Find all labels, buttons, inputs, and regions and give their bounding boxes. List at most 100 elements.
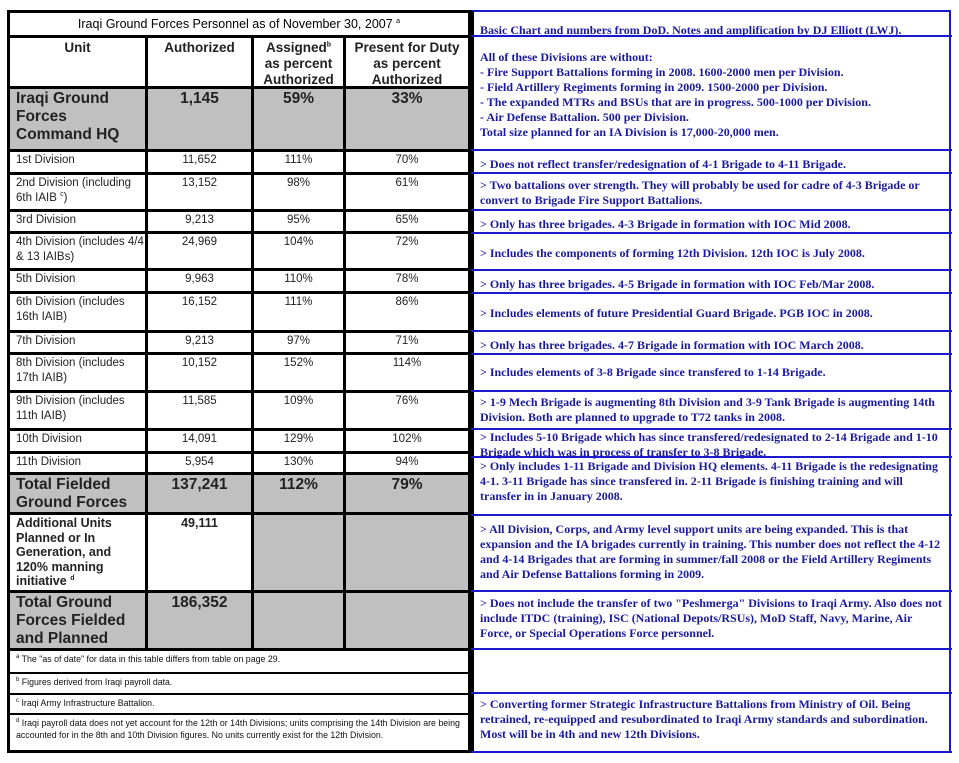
- present-cell: 76%: [346, 393, 468, 428]
- note-text: > Does not include the transfer of two "…: [480, 596, 942, 640]
- authorized-value: 24,969: [181, 236, 218, 248]
- authorized-value: 9,963: [185, 273, 214, 285]
- footnote-mark: d: [70, 574, 75, 582]
- note-text: > Includes 5-10 Brigade which has since …: [480, 430, 938, 459]
- unit-value: 9th Division (includes 11th IAIB): [16, 395, 125, 422]
- assigned-cell: 109%: [254, 393, 343, 428]
- assigned-cell: 97%: [254, 333, 343, 352]
- assigned-value: 130%: [283, 456, 314, 468]
- assigned-cell: 59%: [254, 89, 343, 149]
- unit-cell: 11th Division: [10, 454, 145, 472]
- assigned-cell: [254, 593, 343, 648]
- assigned-value: 129%: [283, 433, 314, 445]
- unit-cell: 6th Division (includes 16th IAIB): [10, 294, 145, 330]
- assigned-cell: 111%: [254, 152, 343, 172]
- header-assigned-l2: as percent: [264, 56, 333, 71]
- assigned-value: 111%: [284, 154, 313, 166]
- authorized-value: 11,652: [182, 154, 217, 166]
- notes-intro-tail: Total size planned for an IA Division is…: [480, 125, 779, 139]
- note-text: > Includes elements of future Presidenti…: [480, 306, 873, 320]
- unit-cell: 1st Division: [10, 152, 145, 172]
- authorized-cell: 1,145: [148, 89, 251, 149]
- assigned-cell: 95%: [254, 212, 343, 231]
- personnel-table: Iraqi Ground Forces Personnel as of Nove…: [7, 10, 471, 753]
- note-row: > Includes elements of future Presidenti…: [471, 294, 951, 330]
- note-text: > Includes elements of 3-8 Brigade since…: [480, 365, 826, 379]
- table-title-text: Iraqi Ground Forces Personnel as of Nove…: [77, 17, 393, 31]
- footnote-text: The "as of date" for data in this table …: [19, 654, 281, 664]
- authorized-cell: 16,152: [148, 294, 251, 330]
- note-text: > Does not reflect transfer/redesignatio…: [480, 157, 846, 171]
- note-text: > Only includes 1-11 Brigade and Divisio…: [480, 459, 938, 503]
- note-row: > Includes the components of forming 12t…: [471, 234, 951, 269]
- note-row: > Only includes 1-11 Brigade and Divisio…: [471, 458, 951, 514]
- authorized-value: 13,152: [181, 177, 218, 189]
- note-row: > Only has three brigades. 4-7 Brigade i…: [471, 332, 951, 353]
- header-present-l2: as percent: [373, 56, 441, 71]
- present-cell: 70%: [346, 152, 468, 172]
- authorized-cell: 49,111: [148, 515, 251, 590]
- footnote: c Iraqi Army Infrastructure Battalion.: [10, 695, 468, 713]
- unit-value: Total Ground Forces Fielded and Planned: [16, 594, 126, 647]
- authorized-cell: 137,241: [148, 475, 251, 512]
- header-authorized: Authorized: [164, 40, 235, 55]
- footnote-mark: a: [396, 17, 401, 25]
- present-value: 70%: [395, 154, 419, 166]
- present-value: 71%: [395, 335, 419, 347]
- authorized-cell: 9,213: [148, 333, 251, 352]
- present-value: 65%: [395, 214, 419, 226]
- unit-value: 6th Division (includes 16th IAIB): [16, 296, 125, 323]
- present-value: 114%: [392, 357, 422, 369]
- notes-intro-item: - Fire Support Battalions forming in 200…: [480, 65, 844, 79]
- note-row: > Only has three brigades. 4-5 Brigade i…: [471, 271, 951, 292]
- assigned-value: 104%: [283, 236, 314, 248]
- assigned-cell: 111%: [254, 294, 343, 330]
- notes-intro: All of these Divisions are without: - Fi…: [471, 37, 951, 149]
- header-present-l3: Authorized: [371, 72, 443, 86]
- divider: [145, 38, 148, 648]
- header-present: Present for Duty as percent Authorized: [346, 38, 468, 86]
- header-assigned-l1: Assigned: [265, 40, 327, 55]
- unit-cell: 2nd Division (including 6th IAIB c): [10, 175, 145, 209]
- assigned-value: 152%: [283, 357, 314, 369]
- divider: [471, 751, 952, 753]
- note-row: > All Division, Corps, and Army level su…: [471, 516, 951, 590]
- unit-cell: 4th Division (includes 4/4 & 13 IAIBs): [10, 234, 145, 268]
- present-cell: 33%: [346, 89, 468, 149]
- present-value: 33%: [391, 90, 423, 107]
- assigned-value: 109%: [283, 395, 314, 407]
- assigned-value: 112%: [279, 476, 318, 493]
- note-text: > All Division, Corps, and Army level su…: [480, 522, 941, 581]
- note-text: > Includes the components of forming 12t…: [480, 246, 865, 260]
- present-cell: 79%: [346, 475, 468, 512]
- authorized-value: 10,152: [181, 357, 218, 369]
- footnote-text: Iraqi payroll data does not yet account …: [16, 718, 460, 740]
- present-value: 78%: [395, 273, 419, 285]
- assigned-cell: 130%: [254, 454, 343, 472]
- unit-cell: Total Fielded Ground Forces: [10, 475, 145, 512]
- present-cell: [346, 515, 468, 590]
- unit-cell: 8th Division (includes 17th IAIB): [10, 355, 145, 390]
- authorized-value: 14,091: [181, 433, 218, 445]
- assigned-cell: 98%: [254, 175, 343, 209]
- authorized-value: 137,241: [171, 476, 228, 493]
- note-row: > Includes elements of 3-8 Brigade since…: [471, 355, 951, 390]
- note-text: > Only has three brigades. 4-3 Brigade i…: [480, 217, 851, 231]
- authorized-cell: 13,152: [148, 175, 251, 209]
- unit-cell: Additional Units Planned or In Generatio…: [10, 515, 145, 590]
- note-row: > Converting former Strategic Infrastruc…: [471, 694, 951, 753]
- note-row: > Does not reflect transfer/redesignatio…: [471, 151, 951, 172]
- authorized-cell: 10,152: [148, 355, 251, 390]
- assigned-value: 59%: [282, 90, 315, 107]
- footnote: d Iraqi payroll data does not yet accoun…: [10, 715, 468, 750]
- unit-value: 5th Division: [16, 273, 76, 285]
- notes-panel: Basic Chart and numbers from DoD. Notes …: [471, 10, 952, 753]
- footnote: b Figures derived from Iraqi payroll dat…: [10, 674, 468, 693]
- unit-value: 4th Division (includes 4/4 & 13 IAIBs): [16, 236, 144, 263]
- present-cell: 102%: [346, 431, 468, 451]
- assigned-cell: 112%: [254, 475, 343, 512]
- unit-value: 2nd Division (including 6th IAIB: [16, 177, 132, 204]
- authorized-value: 49,111: [181, 516, 218, 530]
- footnote: a The "as of date" for data in this tabl…: [10, 651, 468, 673]
- notes-intro-item: - The expanded MTRs and BSUs that are in…: [480, 95, 871, 109]
